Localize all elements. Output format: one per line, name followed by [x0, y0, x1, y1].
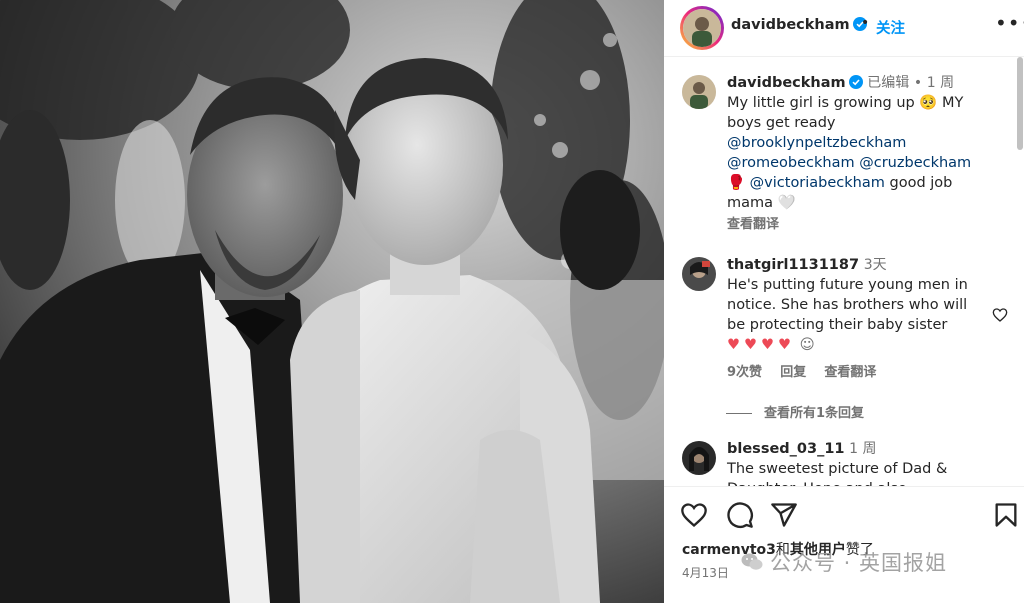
comment-text: thatgirl1131187 3天 He's putting future y… — [727, 255, 989, 383]
header-separator: • — [861, 15, 870, 31]
white-heart-emoji: 🤍 — [777, 195, 796, 211]
heart-icon[interactable] — [680, 501, 708, 529]
follow-button[interactable]: 关注 — [876, 17, 905, 38]
more-icon[interactable]: ••• — [995, 13, 1024, 33]
edited-label: 已编辑 — [867, 75, 910, 91]
caption-actions: 查看翻译 — [727, 215, 997, 235]
comment-icon[interactable] — [726, 501, 754, 529]
author-username[interactable]: davidbeckham — [731, 17, 867, 33]
caption-username[interactable]: davidbeckham — [727, 75, 863, 91]
bookmark-icon[interactable] — [992, 501, 1020, 529]
red-hearts-emoji: ♥♥♥♥ — [727, 337, 795, 353]
post-actions: carmenvto3和其他用户赞了 4月13日 — [664, 486, 1024, 604]
avatar-image — [682, 75, 716, 109]
boxing-glove-emoji: 🥊 — [727, 175, 746, 191]
author-username-text[interactable]: davidbeckham — [731, 17, 850, 33]
heart-icon[interactable] — [992, 307, 1008, 323]
avatar-image — [682, 441, 716, 475]
watermark-text: 公众号 · 英国报姐 — [770, 551, 948, 575]
comment-item: blessed_03_11 1 周 The sweetest picture o… — [682, 439, 1012, 486]
post-side-panel: davidbeckham • 关注 ••• davidbeckham 已编辑 •… — [664, 0, 1024, 603]
view-replies-button[interactable]: 查看所有1条回复 — [726, 402, 864, 421]
photo-image — [0, 0, 664, 603]
post-header: davidbeckham • 关注 ••• — [664, 0, 1024, 57]
comment-body: He's putting future young men in notice.… — [727, 277, 968, 333]
smile-emoji: ☺ — [799, 337, 815, 353]
meta-separator: • — [913, 75, 923, 91]
mention-victoria[interactable]: @victoriabeckham — [750, 175, 885, 191]
comment-time: 1 周 — [849, 441, 877, 457]
comment-username[interactable]: blessed_03_11 — [727, 441, 845, 457]
comment-likes[interactable]: 9次赞 — [727, 365, 762, 380]
comment-username[interactable]: thatgirl1131187 — [727, 257, 859, 273]
mention-brooklyn[interactable]: @brooklynpeltzbeckham — [727, 135, 906, 151]
caption: davidbeckham 已编辑 • 1 周 My little girl is… — [682, 73, 1012, 233]
caption-avatar[interactable] — [682, 75, 716, 109]
post-date: 4月13日 — [682, 566, 729, 580]
view-replies-label[interactable]: 查看所有1条回复 — [764, 406, 864, 421]
caption-translate-link[interactable]: 查看翻译 — [727, 217, 779, 232]
avatar-image — [683, 9, 721, 47]
comment-item: thatgirl1131187 3天 He's putting future y… — [682, 255, 1012, 395]
watermark: 公众号 · 英国报姐 — [740, 547, 947, 577]
comments-scroll[interactable]: davidbeckham 已编辑 • 1 周 My little girl is… — [664, 57, 1024, 486]
caption-line-1: My little girl is growing up — [727, 95, 915, 111]
caption-username-text[interactable]: davidbeckham — [727, 75, 846, 91]
replies-divider — [726, 413, 752, 414]
pleading-emoji: 🥺 — [919, 95, 938, 111]
caption-time: 1 周 — [926, 75, 955, 91]
avatar-image — [682, 257, 716, 291]
post-photo[interactable] — [0, 0, 664, 603]
author-avatar[interactable] — [680, 6, 724, 50]
comment-actions: 9次赞 回复 查看翻译 — [727, 363, 989, 383]
wechat-icon — [741, 553, 763, 570]
comment-body: The sweetest picture of Dad & Daughter. … — [727, 461, 948, 486]
verified-icon — [848, 75, 863, 89]
share-icon[interactable] — [770, 501, 798, 529]
caption-text: davidbeckham 已编辑 • 1 周 My little girl is… — [727, 73, 997, 235]
mention-cruz[interactable]: @cruzbeckham — [859, 155, 971, 171]
comment-translate-link[interactable]: 查看翻译 — [824, 365, 876, 380]
mention-romeo[interactable]: @romeobeckham — [727, 155, 855, 171]
comment-time: 3天 — [863, 257, 887, 273]
comment-avatar[interactable] — [682, 441, 716, 475]
comment-text: blessed_03_11 1 周 The sweetest picture o… — [727, 439, 989, 486]
scrollbar-thumb[interactable] — [1017, 57, 1023, 150]
reply-button[interactable]: 回复 — [780, 365, 806, 380]
comment-avatar[interactable] — [682, 257, 716, 291]
